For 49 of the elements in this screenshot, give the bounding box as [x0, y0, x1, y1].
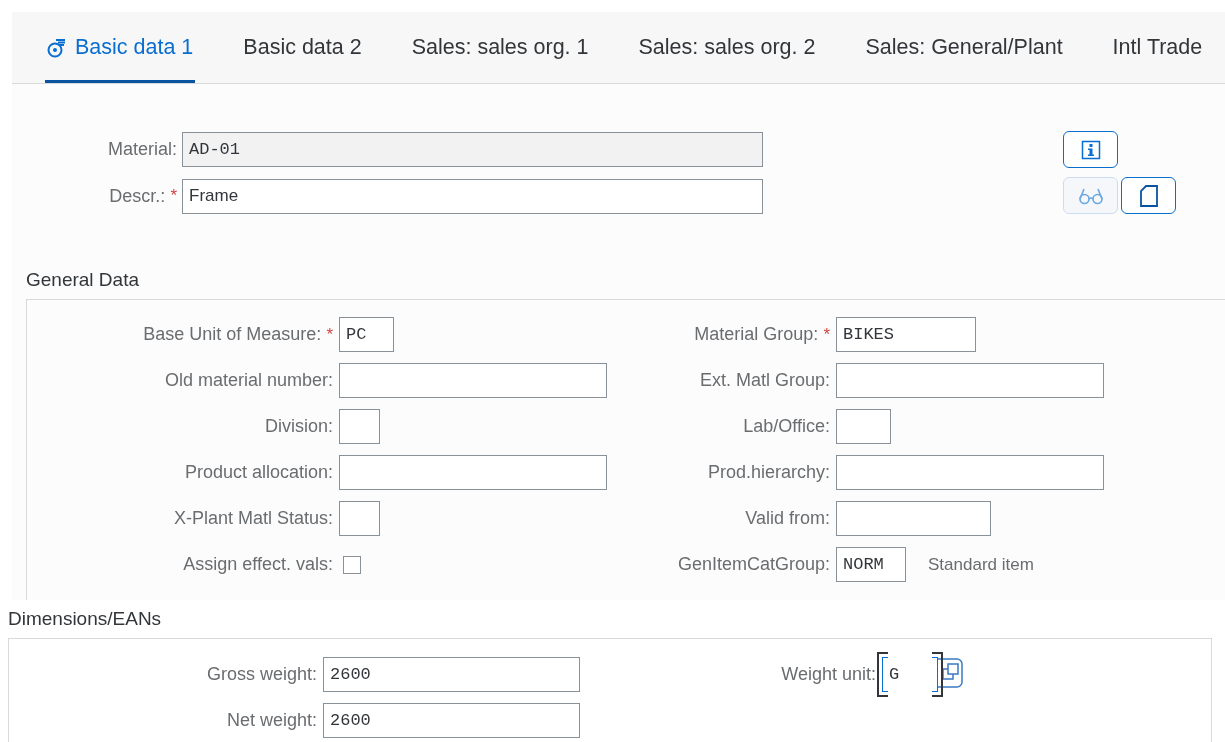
required-mark: *	[326, 324, 333, 345]
info-button[interactable]	[1063, 131, 1118, 168]
tab[interactable]: Intl Trade	[1110, 12, 1205, 83]
required-mark: *	[170, 186, 177, 206]
document-icon	[1139, 184, 1158, 207]
input-field[interactable]: AD-01	[182, 131, 763, 167]
field-label: Gross weight:	[206, 664, 317, 685]
field-label: Product allocation:	[184, 462, 333, 483]
input-field[interactable]	[339, 501, 380, 536]
field-label: X-Plant Matl Status:	[173, 508, 333, 529]
field-label: Descr.:	[109, 185, 166, 207]
field-label: Material:	[107, 138, 177, 160]
input-field[interactable]: Frame	[182, 178, 763, 214]
field-label: Old material number:	[164, 370, 333, 391]
input-field[interactable]	[339, 455, 607, 490]
field-label: Net weight:	[226, 710, 317, 731]
input-field[interactable]: NORM	[836, 547, 906, 582]
input-field[interactable]	[836, 455, 1104, 490]
tab[interactable]: Basic data 2	[241, 12, 364, 83]
input-field[interactable]	[836, 501, 991, 536]
field-label: Ext. Matl Group:	[699, 370, 830, 391]
input-field[interactable]	[339, 363, 607, 398]
field-label: Base Unit of Measure:	[143, 324, 322, 345]
field-label: Valid from:	[745, 508, 830, 529]
input-field[interactable]: PC	[339, 317, 394, 352]
checkbox[interactable]	[343, 555, 361, 574]
tab[interactable]: Sales: sales org. 2	[636, 12, 818, 83]
section-title: Dimensions/EANs	[8, 607, 163, 631]
field-label: Lab/Office:	[743, 416, 830, 437]
field-label: Weight unit:	[781, 664, 876, 685]
field-label: Assign effect. vals:	[183, 554, 333, 575]
input-field[interactable]	[836, 409, 891, 444]
tab[interactable]: Sales: sales org. 1	[409, 12, 591, 83]
field-label: GenItemCatGroup:	[677, 554, 830, 575]
input-field[interactable]: 2600	[323, 703, 580, 738]
document-button[interactable]	[1121, 177, 1176, 214]
field-label: Prod.hierarchy:	[707, 462, 830, 483]
input-field[interactable]: BIKES	[836, 317, 976, 352]
section-title: General Data	[26, 268, 140, 292]
input-field[interactable]: 2600	[323, 657, 580, 692]
input-field[interactable]	[836, 363, 1104, 398]
input-field[interactable]	[339, 409, 380, 444]
field-label: Division:	[264, 416, 333, 437]
tab[interactable]: Sales: General/Plant	[863, 12, 1065, 83]
required-mark: *	[823, 324, 830, 345]
field-label: Material Group:	[694, 324, 819, 345]
field-description: Standard item	[928, 554, 1034, 575]
info-icon	[1080, 139, 1101, 160]
glasses-icon	[1077, 186, 1104, 205]
